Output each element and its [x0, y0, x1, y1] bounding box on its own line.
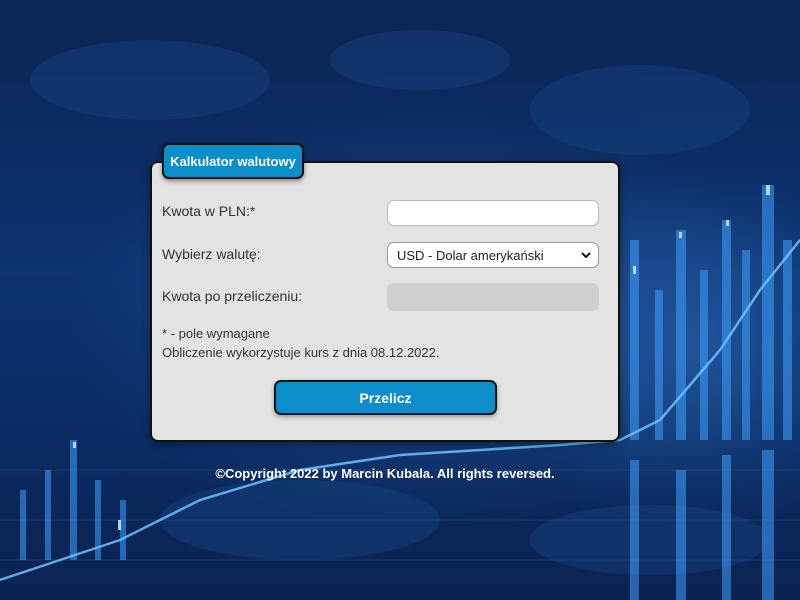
card-title: Kalkulator walutowy	[162, 143, 304, 179]
required-note: * - pole wymagane	[162, 326, 270, 341]
result-field	[387, 283, 599, 311]
convert-button[interactable]: Przelicz	[274, 380, 497, 415]
footer-copyright: ©Copyright 2022 by Marcin Kubala. All ri…	[215, 466, 555, 481]
chevron-down-icon	[580, 248, 592, 262]
currency-label: Wybierz walutę:	[162, 246, 261, 262]
currency-select[interactable]: USD - Dolar amerykański	[387, 242, 599, 268]
amount-input[interactable]	[387, 200, 599, 226]
currency-selected-value: USD - Dolar amerykański	[397, 247, 544, 263]
result-label: Kwota po przeliczeniu:	[162, 288, 303, 304]
amount-label: Kwota w PLN:*	[162, 203, 256, 219]
rate-note: Obliczenie wykorzystuje kurs z dnia 08.1…	[162, 345, 440, 360]
